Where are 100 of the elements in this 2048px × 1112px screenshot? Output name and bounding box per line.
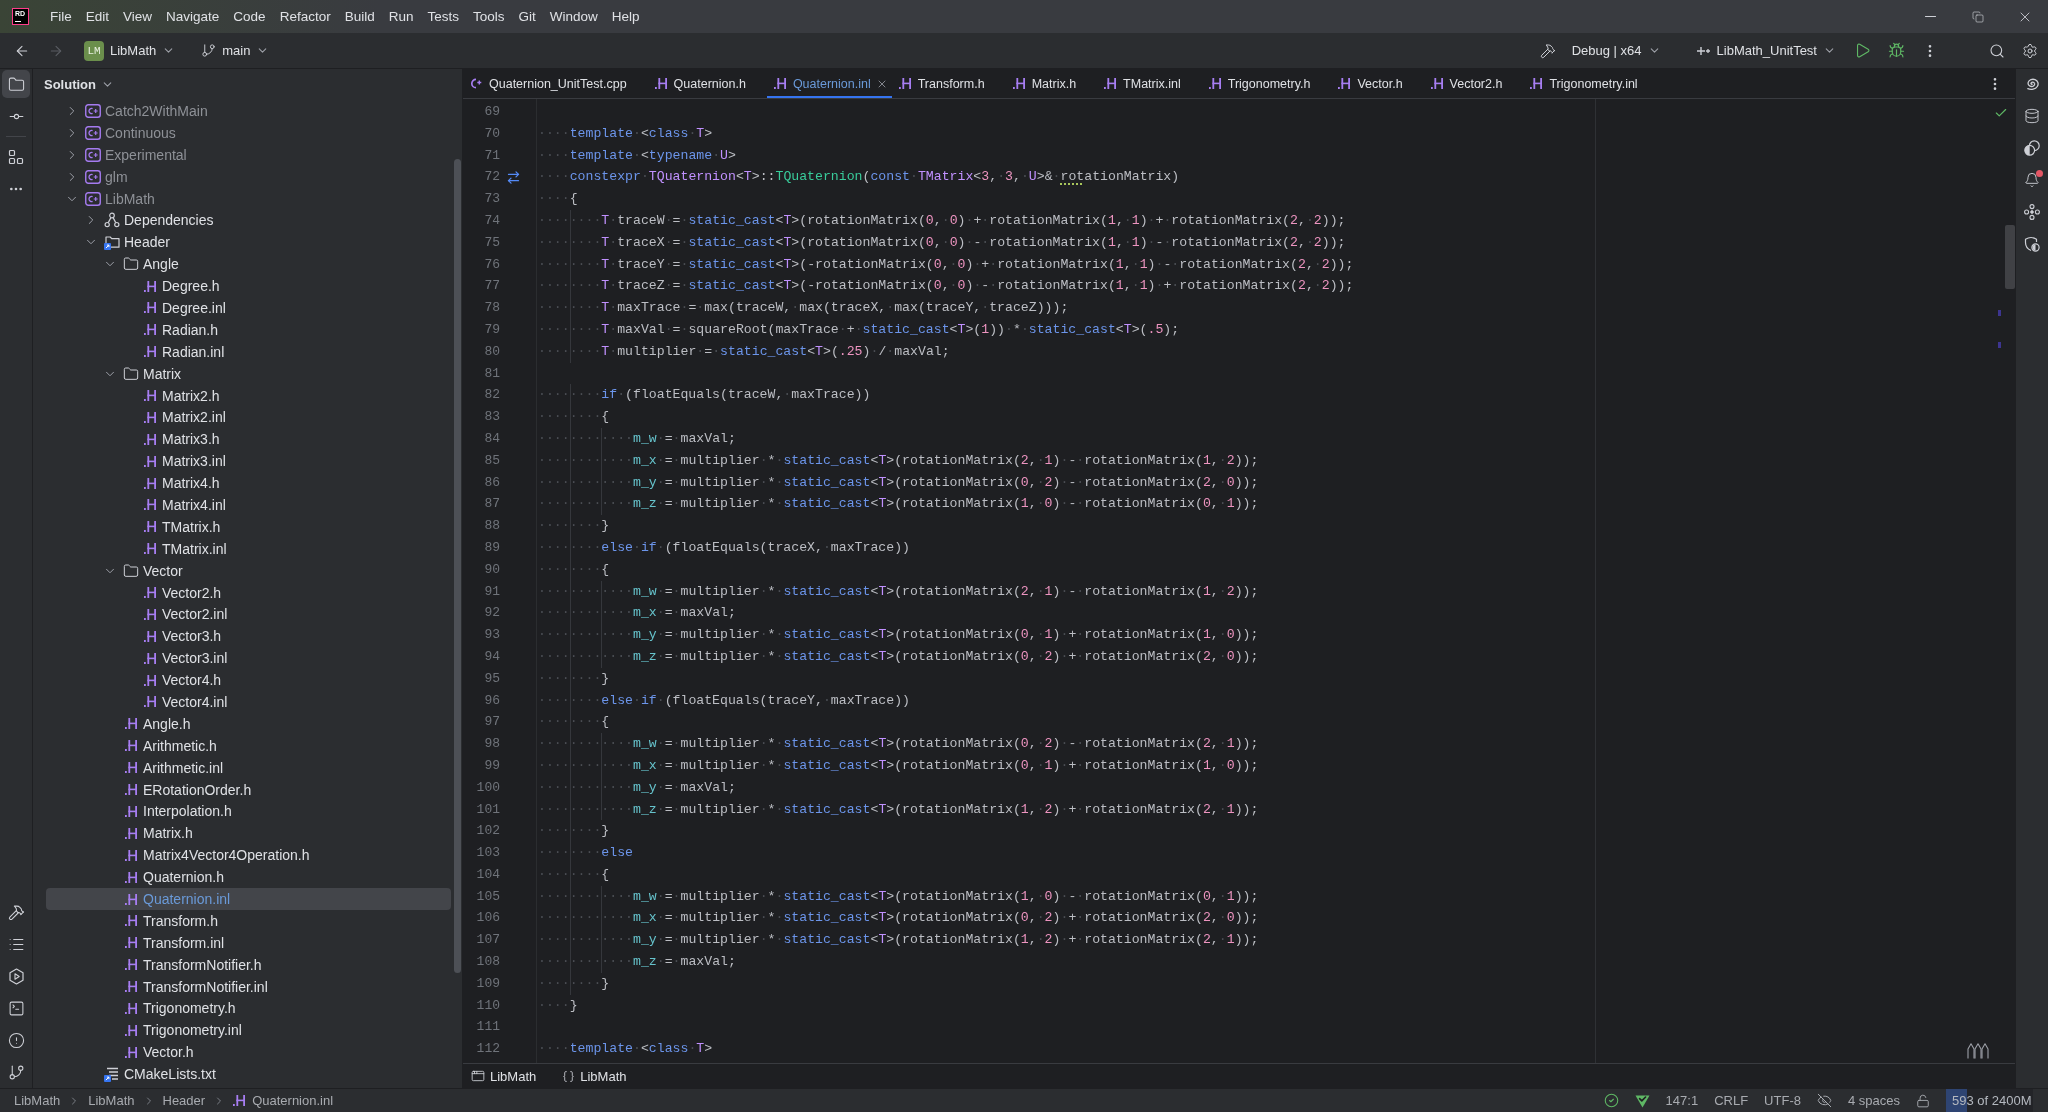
menu-item[interactable]: Edit — [78, 3, 117, 30]
breadcrumb-item[interactable]: LibMath — [84, 1090, 139, 1111]
breadcrumb-item[interactable]: LibMath — [10, 1090, 65, 1111]
header-file-icon — [1104, 78, 1117, 89]
tree-item[interactable]: Vector2.h — [46, 581, 451, 604]
editor-tab[interactable]: Trigonometry.inl — [1523, 69, 1659, 98]
editor-tab[interactable]: Quaternion_UnitTest.cpp — [463, 69, 648, 98]
memory-indicator[interactable]: 593 of 2400M — [1946, 1089, 2033, 1112]
breadcrumb-item[interactable]: LibMath — [558, 1065, 631, 1087]
menu-item[interactable]: Navigate — [159, 3, 227, 30]
tree-item[interactable]: Arithmetic.inl — [46, 756, 451, 779]
tree-item[interactable]: Vector3.h — [46, 625, 451, 648]
tree-item[interactable]: Degree.h — [46, 275, 451, 297]
breadcrumb-item[interactable]: Quaternion.inl — [229, 1090, 338, 1111]
line-number: 89 — [484, 538, 500, 557]
tree-item[interactable]: Catch2WithMain — [46, 100, 451, 122]
configuration-selector[interactable]: Debug | x64 — [1565, 36, 1667, 65]
editor-tab[interactable]: TMatrix.inl — [1097, 69, 1202, 98]
tree-item[interactable]: glm — [46, 165, 451, 188]
swap-arrows-icon[interactable] — [505, 169, 521, 185]
tree-item[interactable]: Radian.inl — [46, 340, 451, 363]
code-line: ····constexpr·TQuaternion<T>::TQuaternion(const·TMatrix<3,·3,·U>&·rotationMatrix) — [538, 168, 1180, 187]
menu-item[interactable]: Run — [381, 3, 421, 30]
tree-item[interactable]: Angle.h — [46, 712, 451, 735]
editor-tab[interactable]: Quaternion.h — [647, 69, 767, 98]
tree-item[interactable]: TMatrix.inl — [46, 537, 451, 560]
tree-item[interactable]: Matrix — [46, 362, 451, 385]
editor-tab[interactable]: Trigonometry.h — [1201, 69, 1332, 98]
tree-item[interactable]: Header — [46, 231, 451, 254]
line-number: 106 — [476, 909, 500, 928]
header-file-icon — [144, 587, 156, 599]
tree-item[interactable]: Experimental — [46, 143, 451, 166]
tree-item[interactable]: Vector — [46, 559, 451, 582]
tree-item[interactable]: Vector4.h — [46, 669, 451, 692]
tree-item[interactable]: Transform.h — [46, 909, 451, 932]
menu-item[interactable]: Git — [511, 3, 543, 30]
code-line: ····{ — [538, 190, 578, 209]
menu-item[interactable]: File — [43, 3, 79, 30]
indent-setting[interactable]: 4 spaces — [1839, 1090, 1908, 1111]
file-encoding[interactable]: UTF-8 — [1756, 1090, 1809, 1111]
tree-item[interactable]: Vector.h — [46, 1041, 451, 1064]
tool-window-button[interactable] — [2, 70, 30, 98]
tree-item[interactable]: Matrix4Vector4Operation.h — [46, 844, 451, 867]
tree-item[interactable]: Vector2.inl — [46, 603, 451, 626]
tree-item[interactable]: Radian.h — [46, 318, 451, 341]
tree-item[interactable]: Quaternion.h — [46, 866, 451, 889]
editor-tab[interactable]: Vector.h — [1331, 69, 1424, 98]
tree-item[interactable]: Matrix4.h — [46, 472, 451, 495]
project-icon — [85, 103, 101, 118]
scrollbar-thumb[interactable] — [2005, 225, 2015, 289]
tree-item[interactable]: Continuous — [46, 121, 451, 144]
run-configuration-selector[interactable]: LibMath_UnitTest — [1690, 36, 1842, 65]
pencils-icon[interactable] — [1967, 1043, 1989, 1059]
menu-item[interactable]: Window — [542, 3, 605, 30]
tree-item[interactable]: Dependencies — [46, 209, 451, 232]
line-separator[interactable]: CRLF — [1706, 1090, 1757, 1111]
tree-item[interactable]: TransformNotifier.h — [46, 953, 451, 976]
tree-item[interactable]: Matrix3.inl — [46, 450, 451, 473]
tree-item[interactable]: Vector3.inl — [46, 647, 451, 670]
tree-item[interactable]: Matrix2.h — [46, 384, 451, 407]
menu-item[interactable]: View — [116, 3, 160, 30]
tree-item[interactable]: TMatrix.h — [46, 515, 451, 538]
scrollbar-thumb[interactable] — [454, 159, 461, 973]
tree-item[interactable]: CMakeLists.txt — [46, 1063, 451, 1086]
line-number: 74 — [484, 212, 500, 230]
editor-tab[interactable]: Matrix.h — [1005, 69, 1098, 98]
tree-item[interactable]: Vector4.inl — [46, 691, 451, 713]
menu-item[interactable]: Code — [226, 3, 273, 30]
tree-item[interactable]: TransformNotifier.inl — [46, 975, 451, 998]
tree-item[interactable]: Trigonometry.inl — [46, 1019, 451, 1042]
line-number: 79 — [484, 320, 500, 339]
check-icon[interactable] — [1994, 106, 2008, 120]
project-icon — [85, 147, 101, 162]
editor-tab[interactable]: Quaternion.inl — [766, 69, 892, 98]
cursor-position[interactable]: 147:1 — [1657, 1090, 1707, 1111]
tree-item[interactable]: Transform.inl — [46, 931, 451, 954]
tree-item[interactable]: Trigonometry.h — [46, 997, 451, 1020]
tree-item[interactable]: Matrix4.inl — [46, 494, 451, 516]
tree-item[interactable]: Arithmetic.h — [46, 734, 451, 757]
view-selector[interactable]: Solution — [39, 72, 119, 96]
breadcrumb-item[interactable]: LibMath — [467, 1065, 541, 1087]
editor-tab[interactable]: Transform.h — [891, 69, 1006, 98]
tree-item[interactable]: Matrix2.inl — [46, 406, 451, 429]
tree-item[interactable]: LibMath — [46, 187, 451, 210]
tree-item[interactable]: Interpolation.h — [46, 800, 451, 823]
breadcrumb-item[interactable]: Header — [158, 1090, 210, 1111]
tree-item[interactable]: ERotationOrder.h — [46, 778, 451, 801]
menu-item[interactable]: Tests — [420, 3, 466, 30]
menu-item[interactable]: Tools — [466, 3, 512, 30]
menu-item[interactable]: Build — [337, 3, 382, 30]
tree-item[interactable]: Matrix3.h — [46, 428, 451, 451]
tree-item[interactable]: Degree.inl — [46, 297, 451, 319]
menu-item[interactable]: Refactor — [272, 3, 338, 30]
tree-item[interactable]: Angle — [46, 253, 451, 276]
project-selector[interactable]: LM LibMath — [78, 36, 182, 65]
branch-selector[interactable]: main — [195, 36, 276, 65]
editor-tab[interactable]: Vector2.h — [1423, 69, 1524, 98]
header-file-icon — [144, 346, 156, 358]
tree-item[interactable]: Matrix.h — [46, 822, 451, 845]
menu-item[interactable]: Help — [604, 3, 647, 30]
